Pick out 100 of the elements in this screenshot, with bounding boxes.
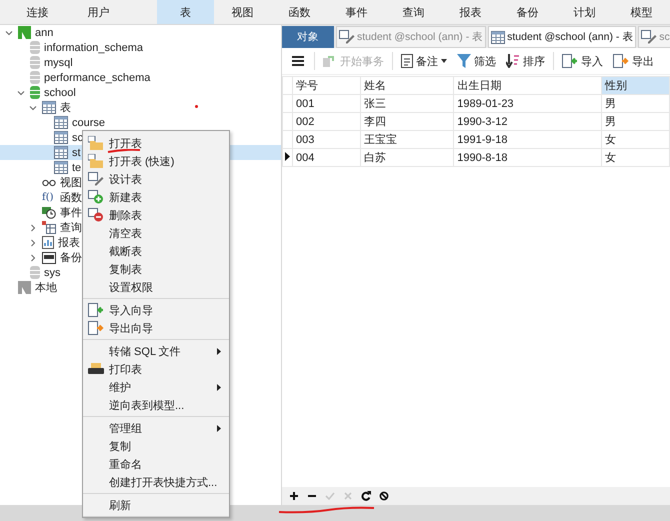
context-menu-item[interactable]: 复制 [83, 437, 229, 455]
menu-tab[interactable]: 模型 [613, 0, 670, 24]
column-header[interactable]: 出生日期 [454, 76, 602, 94]
menu-tab[interactable]: 用户 [68, 0, 129, 24]
tree-item[interactable]: 表 [60, 100, 71, 115]
context-menu-item[interactable]: 截断表 [83, 242, 229, 260]
context-menu-item[interactable]: 转储 SQL 文件 [83, 342, 229, 360]
table-icon [54, 161, 68, 174]
column-header[interactable]: 性别 [602, 76, 670, 94]
menu-tab[interactable]: 事件 [328, 0, 385, 24]
table-cell: 男 [602, 94, 670, 112]
context-menu-item[interactable]: 管理组 [83, 419, 229, 437]
tree-item[interactable]: sc [72, 132, 83, 144]
context-menu-item[interactable]: 创建打开表快捷方式... [83, 473, 229, 491]
document-tab[interactable]: 对象 [282, 26, 334, 48]
function-icon: f() [42, 192, 56, 203]
menu-tab[interactable]: 查询 [385, 0, 442, 24]
table-cell: 003 [292, 130, 360, 148]
database-icon [30, 266, 40, 279]
column-header[interactable]: 姓名 [360, 76, 454, 94]
tree-item[interactable]: 备份 [60, 250, 82, 265]
context-menu-item[interactable]: 逆向表到模型... [83, 396, 229, 414]
tree-item[interactable]: 本地 [35, 280, 57, 295]
glasses-icon [42, 178, 56, 186]
tree-item[interactable]: performance_schema [44, 72, 150, 84]
toolbar-button[interactable]: 排序 [504, 54, 547, 68]
table-cell: 1991-9-18 [454, 130, 602, 148]
stop-icon[interactable] [379, 491, 389, 501]
table-cell: 王宝宝 [360, 130, 454, 148]
table-cell: 1990-3-12 [454, 112, 602, 130]
tree-item[interactable]: te [72, 162, 82, 174]
context-menu-item[interactable]: 清空表 [83, 224, 229, 242]
menu-tab[interactable]: 报表 [442, 0, 499, 24]
table-cell: 白苏 [360, 148, 454, 166]
tree-item[interactable]: 事件 [60, 205, 82, 220]
pencil-icon [339, 30, 355, 44]
context-menu-item[interactable]: 设计表 [83, 170, 229, 188]
menu-tab[interactable]: 连接 [7, 0, 68, 24]
tree-item[interactable]: sys [44, 266, 60, 278]
tree-item[interactable]: school [44, 86, 76, 98]
annotation-stroke [107, 149, 141, 153]
folder-icon [88, 136, 104, 150]
toolbar-button[interactable]: 导入 [560, 54, 605, 68]
report-icon [42, 236, 54, 249]
tree-item[interactable]: information_schema [44, 42, 144, 54]
toolbar-button[interactable]: 导出 [611, 54, 656, 68]
tree-item[interactable]: 函数 [60, 190, 82, 205]
context-menu-item[interactable]: 导出向导 [83, 319, 229, 337]
context-menu-item[interactable]: 维护 [83, 378, 229, 396]
context-menu-item[interactable]: 刷新 [83, 496, 229, 514]
tree-item[interactable]: ann [35, 26, 54, 38]
column-header[interactable]: 学号 [292, 76, 360, 94]
table-cell: 002 [292, 112, 360, 130]
context-menu-item[interactable]: 导入向导 [83, 301, 229, 319]
submenu-arrow-icon [217, 384, 221, 390]
collapse-chevron-icon[interactable] [29, 254, 37, 262]
collapse-chevron-icon[interactable] [29, 224, 37, 232]
context-menu-item[interactable]: 重命名 [83, 455, 229, 473]
context-menu-item[interactable]: 新建表 [83, 188, 229, 206]
collapse-chevron-icon[interactable] [29, 238, 37, 246]
table-icon [54, 131, 68, 144]
context-menu-item[interactable]: 复制表 [83, 260, 229, 278]
table-cell: 1990-8-18 [454, 148, 602, 166]
add-icon[interactable] [289, 491, 299, 501]
database-icon [30, 71, 40, 84]
refresh-icon[interactable] [361, 491, 371, 501]
context-menu-item[interactable]: 设置权限 [83, 278, 229, 296]
context-menu-item[interactable]: 打开表 (快速) [83, 152, 229, 170]
tree-item[interactable]: mysql [44, 56, 73, 68]
tree-item[interactable]: st [72, 146, 81, 158]
submenu-arrow-icon [217, 424, 221, 432]
tree-item[interactable]: 报表 [58, 235, 80, 250]
tree-item[interactable]: 视图 [60, 175, 82, 190]
submenu-arrow-icon [217, 348, 221, 354]
tree-item[interactable]: 查询 [60, 220, 82, 235]
current-row-icon [285, 152, 290, 160]
pencil-icon [88, 172, 104, 186]
expand-chevron-icon[interactable] [17, 88, 25, 96]
menu-tab[interactable]: 备份 [499, 0, 556, 24]
expand-chevron-icon[interactable] [29, 104, 37, 112]
query-icon [42, 221, 56, 234]
menu-tab[interactable]: 函数 [271, 0, 328, 24]
context-menu-item[interactable]: 打印表 [83, 360, 229, 378]
toolbar-button[interactable]: 筛选 [455, 54, 498, 68]
database-icon [30, 56, 40, 69]
row-selector[interactable] [282, 148, 292, 166]
menu-tab[interactable]: 视图 [214, 0, 271, 24]
table-cell: 李四 [360, 112, 454, 130]
document-tab[interactable]: student @school (ann) - 表 [488, 26, 636, 48]
menu-tab[interactable]: 计划 [556, 0, 613, 24]
expand-chevron-icon[interactable] [5, 28, 13, 36]
tree-item[interactable]: course [72, 116, 106, 128]
toolbar-button[interactable]: 备注 [399, 54, 449, 68]
pencil-icon [641, 30, 658, 44]
table-cell: 男 [602, 112, 670, 130]
context-menu-item[interactable]: 删除表 [83, 206, 229, 224]
context-menu-item[interactable]: 打开表 [83, 134, 229, 152]
import-icon [562, 54, 578, 68]
add-icon [88, 190, 104, 204]
menu-tab[interactable]: 表 [157, 0, 214, 24]
